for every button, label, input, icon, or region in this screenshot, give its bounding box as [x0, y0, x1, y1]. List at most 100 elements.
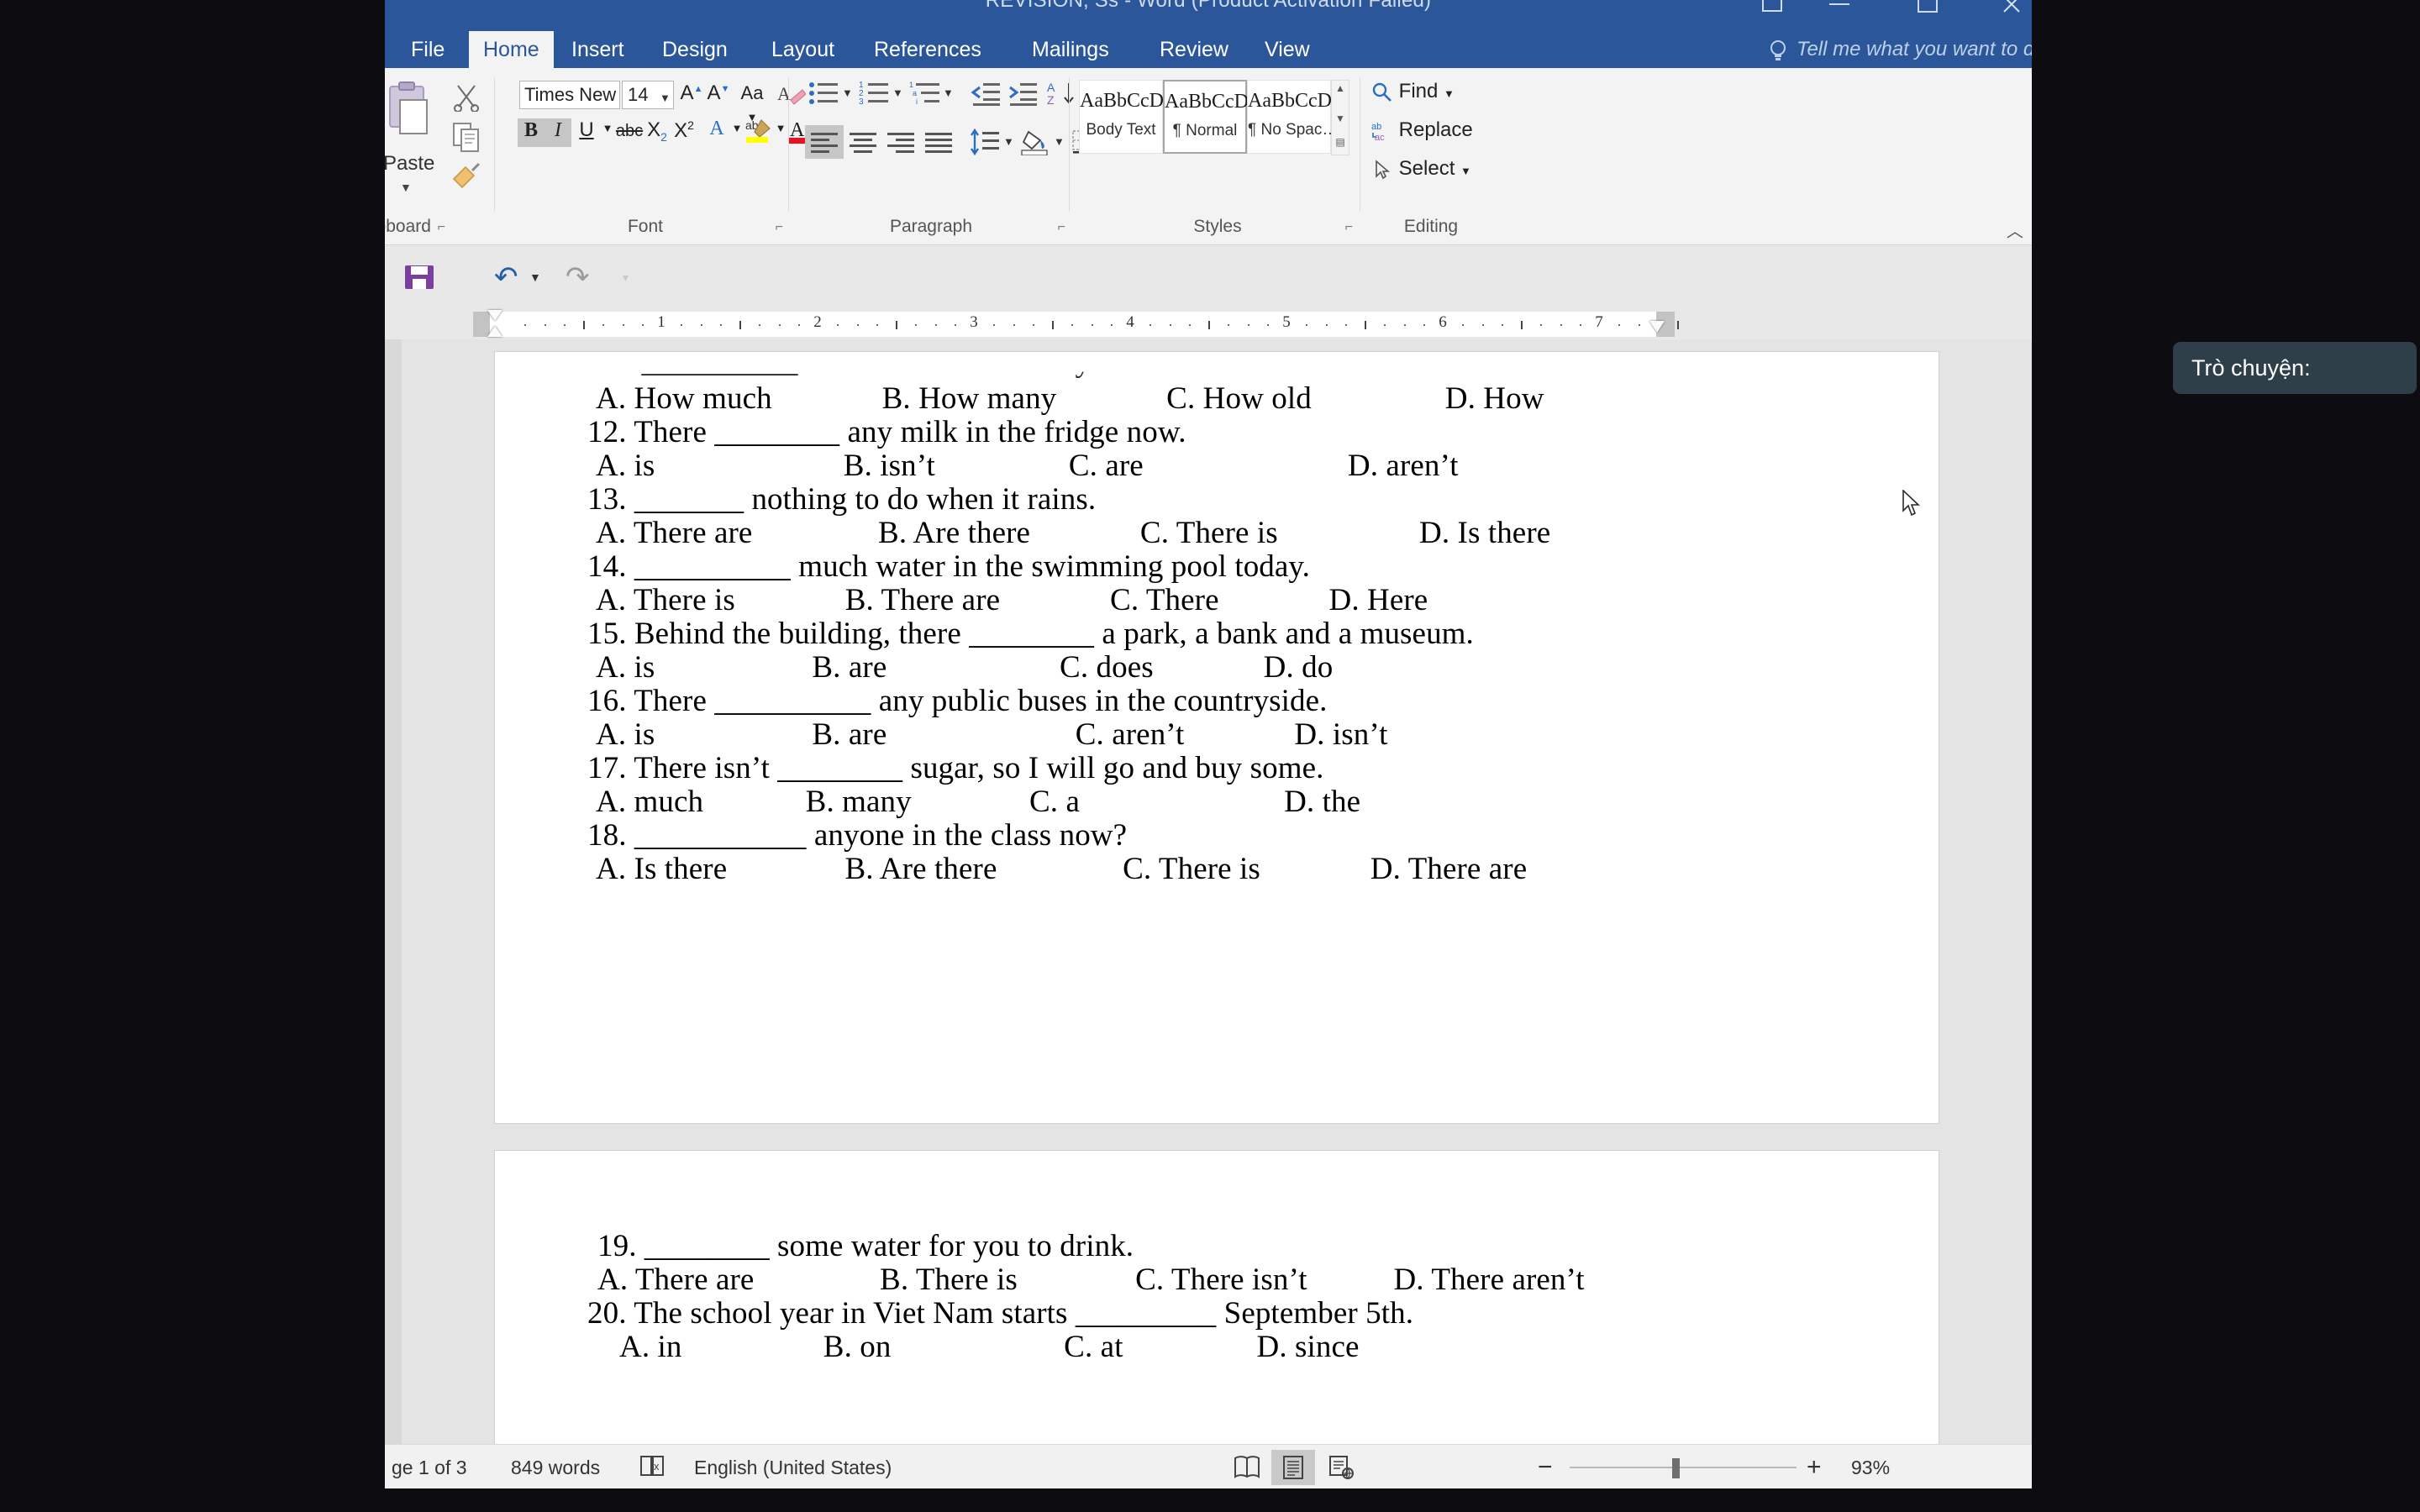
print-layout-button[interactable]: [1271, 1450, 1315, 1485]
multilevel-list-dropdown-caret[interactable]: ▼: [943, 87, 954, 99]
word-count[interactable]: 849 words: [511, 1457, 600, 1479]
select-dropdown-caret[interactable]: ▼: [1460, 165, 1471, 177]
shrink-font-icon[interactable]: A▼: [706, 81, 731, 105]
chat-panel[interactable]: Trò chuyện:: [2173, 342, 2417, 394]
paste-clipboard-icon[interactable]: [385, 81, 432, 137]
paragraph-dialog-launcher[interactable]: ⌐: [1058, 220, 1065, 235]
multilevel-list-icon[interactable]: 1 a i: [909, 80, 941, 107]
ruler-half-inch-mark: [1677, 321, 1679, 329]
underline-dropdown-caret[interactable]: ▼: [600, 122, 615, 134]
horizontal-ruler[interactable]: 1 2 3 4 5 6 7: [473, 312, 1679, 337]
indent-marker-right[interactable]: [1649, 321, 1665, 333]
grow-font-icon[interactable]: A▲: [679, 81, 704, 105]
redo-icon[interactable]: ↷: [566, 260, 590, 294]
increase-indent-icon[interactable]: [1007, 80, 1039, 107]
document-text-line: A. is B. are C. does D. do: [596, 650, 1334, 685]
tab-references[interactable]: References: [860, 31, 996, 68]
styles-scroll-up-icon[interactable]: ▲: [1332, 82, 1349, 94]
find-dropdown-caret[interactable]: ▼: [1444, 87, 1455, 100]
save-icon[interactable]: [403, 264, 435, 291]
ruler-tick-dot: [563, 324, 566, 326]
bold-button[interactable]: B: [518, 118, 544, 147]
close-icon[interactable]: [1986, 0, 2032, 18]
find-button[interactable]: Find ▼: [1371, 80, 1455, 103]
shading-icon[interactable]: [1020, 129, 1052, 156]
ruler-tick-label: 3: [970, 313, 978, 331]
numbered-list-dropdown-caret[interactable]: ▼: [892, 87, 903, 99]
page-indicator[interactable]: ge 1 of 3: [392, 1457, 467, 1479]
decrease-indent-icon[interactable]: [970, 80, 1002, 107]
zoom-slider-track[interactable]: [1570, 1467, 1797, 1468]
clipboard-dialog-launcher[interactable]: ⌐: [438, 220, 445, 235]
styles-scroll-down-icon[interactable]: ▼: [1332, 113, 1349, 124]
text-effects-icon[interactable]: A: [702, 117, 731, 140]
sort-icon[interactable]: A Z: [1047, 80, 1079, 107]
tab-file[interactable]: File: [397, 31, 459, 68]
paste-label[interactable]: Paste: [385, 152, 434, 176]
justify-icon[interactable]: [923, 129, 955, 155]
text-effects-dropdown-caret[interactable]: ▼: [729, 122, 744, 134]
font-name-input[interactable]: Times New Ro ▼: [519, 81, 620, 109]
maximize-icon[interactable]: [1902, 0, 1954, 18]
italic-button[interactable]: I: [544, 118, 571, 147]
tab-review[interactable]: Review: [1145, 31, 1243, 68]
minimize-icon[interactable]: [1813, 0, 1865, 18]
style-no-spacing[interactable]: AaBbCcDd ¶ No Spac…: [1247, 80, 1342, 154]
select-button[interactable]: Select ▼: [1371, 157, 1471, 181]
restore-up-icon[interactable]: [1746, 0, 1798, 18]
document-text-line: 18. ___________ anyone in the class now?: [587, 818, 1128, 853]
zoom-slider-thumb[interactable]: [1672, 1458, 1680, 1478]
tab-mailings[interactable]: Mailings: [1018, 31, 1123, 68]
tell-me-search[interactable]: Tell me what you want to do...: [1797, 31, 2032, 68]
document-page-1[interactable]: 11. __________ windows are there in your…: [494, 351, 1939, 1124]
tab-home[interactable]: Home: [469, 31, 554, 68]
tab-view[interactable]: View: [1250, 31, 1324, 68]
customize-quick-access-toolbar-icon[interactable]: ▾: [623, 270, 629, 285]
style-normal[interactable]: AaBbCcDd ¶ Normal: [1163, 80, 1259, 154]
zoom-in-button[interactable]: +: [1807, 1453, 1822, 1482]
copy-icon[interactable]: [452, 122, 481, 152]
line-spacing-dropdown-caret[interactable]: ▼: [1003, 135, 1014, 148]
replace-button[interactable]: ab ac Replace: [1371, 118, 1473, 143]
tab-insert[interactable]: Insert: [557, 31, 639, 68]
tab-layout[interactable]: Layout: [757, 31, 849, 68]
paste-dropdown-caret[interactable]: ▼: [400, 181, 412, 194]
style-body-text[interactable]: AaBbCcD Body Text: [1079, 80, 1164, 154]
align-left-icon[interactable]: [805, 125, 844, 159]
font-dialog-launcher[interactable]: ⌐: [776, 220, 783, 235]
subscript-button[interactable]: X2: [644, 118, 671, 144]
web-layout-button[interactable]: [1319, 1450, 1363, 1485]
read-mode-button[interactable]: [1225, 1450, 1269, 1485]
undo-dropdown-caret[interactable]: ▼: [529, 270, 541, 284]
font-size-input[interactable]: 14 ▼: [622, 81, 674, 109]
document-page-2[interactable]: 19. ________ some water for you to drink…: [494, 1150, 1939, 1457]
line-spacing-icon[interactable]: [969, 128, 1001, 156]
highlight-color-icon[interactable]: ab: [744, 117, 775, 151]
indent-marker-first-line[interactable]: [487, 310, 502, 321]
font-size-dropdown-caret[interactable]: ▼: [660, 92, 671, 104]
bulleted-list-icon[interactable]: [808, 80, 840, 107]
strikethrough-button[interactable]: abc: [615, 122, 644, 141]
document-canvas[interactable]: 11. __________ windows are there in your…: [385, 339, 2032, 1457]
undo-icon[interactable]: ↶: [494, 260, 518, 294]
align-right-icon[interactable]: [885, 129, 917, 155]
styles-dialog-launcher[interactable]: ⌐: [1345, 220, 1353, 235]
indent-marker-hanging[interactable]: [487, 326, 502, 337]
styles-more-icon[interactable]: ▤: [1332, 136, 1349, 148]
underline-button[interactable]: U: [573, 118, 600, 147]
cut-scissors-icon[interactable]: [452, 83, 481, 113]
text-effects-letter: A: [709, 118, 724, 139]
shading-dropdown-caret[interactable]: ▼: [1054, 135, 1065, 148]
language-indicator[interactable]: English (United States): [694, 1457, 892, 1479]
zoom-level[interactable]: 93%: [1851, 1457, 1890, 1479]
zoom-out-button[interactable]: −: [1538, 1453, 1553, 1482]
numbered-list-icon[interactable]: 1 2 3: [859, 80, 891, 107]
collapse-ribbon-icon[interactable]: ︿: [2007, 218, 2023, 242]
superscript-button[interactable]: X2: [671, 118, 697, 143]
align-center-icon[interactable]: [847, 129, 879, 155]
format-painter-icon[interactable]: [450, 162, 482, 189]
tab-design[interactable]: Design: [648, 31, 742, 68]
bulleted-list-dropdown-caret[interactable]: ▼: [842, 87, 853, 99]
spelling-check-icon[interactable]: x: [639, 1453, 667, 1485]
styles-gallery-scrollbar[interactable]: ▲ ▼ ▤: [1331, 80, 1349, 155]
